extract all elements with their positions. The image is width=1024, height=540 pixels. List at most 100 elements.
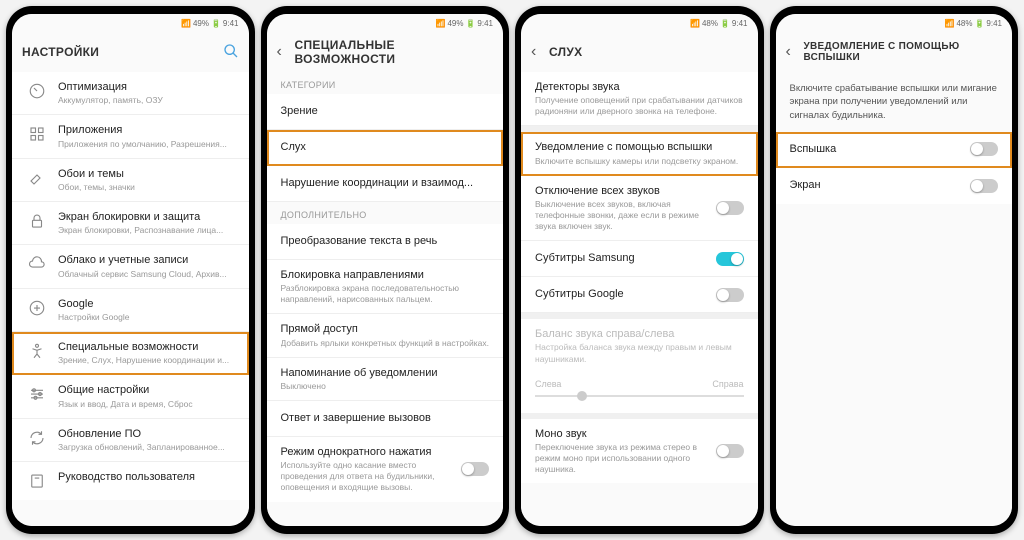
back-icon[interactable]: ‹ [786, 43, 804, 61]
row-manual[interactable]: Руководство пользователя [12, 462, 249, 500]
time-text: 9:41 [732, 19, 748, 28]
row-camera-flash[interactable]: Вспышка [776, 132, 1013, 168]
signal-icon: 📶 [435, 19, 445, 28]
time-text: 9:41 [986, 19, 1002, 28]
row-optimization[interactable]: ОптимизацияАккумулятор, память, ОЗУ [12, 72, 249, 115]
row-wallpaper[interactable]: Обои и темыОбои, темы, значки [12, 159, 249, 202]
slider-left-label: Слева [535, 379, 561, 389]
header: НАСТРОЙКИ [12, 32, 249, 72]
row-flash-notification[interactable]: Уведомление с помощью вспышки Включите вс… [521, 132, 758, 175]
row-vision[interactable]: Зрение [267, 94, 504, 130]
section-categories: КАТЕГОРИИ [267, 72, 504, 94]
row-label: Блокировка направлениями [281, 268, 490, 282]
row-lockscreen[interactable]: Экран блокировки и защитаЭкран блокировк… [12, 202, 249, 245]
section-more: ДОПОЛНИТЕЛЬНО [267, 202, 504, 224]
toggle-google-subs[interactable] [716, 288, 744, 302]
row-single-tap[interactable]: Режим однократного нажатияИспользуйте од… [267, 437, 504, 501]
row-label: Слух [281, 140, 490, 154]
row-screen-flash[interactable]: Экран [776, 168, 1013, 204]
row-sub: Разблокировка экрана последовательностью… [281, 283, 490, 305]
slider-track[interactable] [535, 395, 744, 397]
row-sub: Обои, темы, значки [58, 182, 235, 193]
row-hearing[interactable]: Слух [267, 130, 504, 166]
google-icon [26, 297, 48, 319]
row-label: Общие настройки [58, 383, 235, 397]
slider-thumb[interactable] [577, 391, 587, 401]
row-label: Напоминание об уведомлении [281, 366, 490, 380]
row-tts[interactable]: Преобразование текста в речь [267, 224, 504, 260]
toggle-single-tap[interactable] [461, 462, 489, 476]
row-label: Экран блокировки и защита [58, 210, 235, 224]
row-mute-all[interactable]: Отключение всех звуковВыключение всех зв… [521, 176, 758, 241]
row-answer-end-calls[interactable]: Ответ и завершение вызовов [267, 401, 504, 437]
settings-list: ОптимизацияАккумулятор, память, ОЗУ Прил… [12, 72, 249, 526]
header: ‹ СПЕЦИАЛЬНЫЕ ВОЗМОЖНОСТИ [267, 32, 504, 72]
phone-2: 📶 49% 🔋 9:41 ‹ СПЕЦИАЛЬНЫЕ ВОЗМОЖНОСТИ К… [261, 6, 510, 534]
page-title: СЛУХ [549, 45, 748, 59]
row-cloud[interactable]: Облако и учетные записиОблачный сервис S… [12, 245, 249, 288]
row-dexterity[interactable]: Нарушение координации и взаимод... [267, 166, 504, 202]
row-sub: Используйте одно касание вместо проведен… [281, 460, 456, 493]
statusbar: 📶 48% 🔋 9:41 [521, 14, 758, 32]
back-icon[interactable]: ‹ [531, 43, 549, 61]
screen-3: 📶 48% 🔋 9:41 ‹ СЛУХ Детекторы звукаПолуч… [521, 14, 758, 526]
row-accessibility[interactable]: Специальные возможностиЗрение, Слух, Нар… [12, 332, 249, 375]
battery-text: 49% [193, 19, 209, 28]
battery-text: 48% [702, 19, 718, 28]
row-sub: Приложения по умолчанию, Разрешения... [58, 139, 235, 150]
toggle-camera-flash[interactable] [970, 142, 998, 156]
phone-3: 📶 48% 🔋 9:41 ‹ СЛУХ Детекторы звукаПолуч… [515, 6, 764, 534]
battery-icon: 🔋 [720, 19, 730, 28]
battery-icon: 🔋 [974, 19, 984, 28]
row-mono-audio[interactable]: Моно звукПереключение звука из режима ст… [521, 419, 758, 483]
cloud-icon [26, 253, 48, 275]
slider-right-label: Справа [712, 379, 743, 389]
time-text: 9:41 [477, 19, 493, 28]
row-label: Преобразование текста в речь [281, 234, 490, 248]
battery-icon: 🔋 [211, 19, 221, 28]
row-sub: Зрение, Слух, Нарушение координации и... [58, 355, 235, 366]
time-text: 9:41 [223, 19, 239, 28]
row-direction-lock[interactable]: Блокировка направлениямиРазблокировка эк… [267, 260, 504, 314]
back-icon[interactable]: ‹ [277, 43, 295, 61]
lock-icon [26, 210, 48, 232]
row-sub: Выключено [281, 381, 490, 392]
toggle-mono[interactable] [716, 444, 744, 458]
battery-text: 49% [447, 19, 463, 28]
row-sound-detectors[interactable]: Детекторы звукаПолучение оповещений при … [521, 72, 758, 126]
row-label: Субтитры Google [535, 287, 710, 301]
row-sub: Выключение всех звуков, включая телефонн… [535, 199, 710, 232]
page-title: НАСТРОЙКИ [22, 45, 223, 59]
header: ‹ СЛУХ [521, 32, 758, 72]
grid-icon [26, 123, 48, 145]
row-notification-reminder[interactable]: Напоминание об уведомленииВыключено [267, 358, 504, 401]
description: Включите срабатывание вспышки или мигани… [776, 72, 1013, 132]
flash-notification-list: Включите срабатывание вспышки или мигани… [776, 72, 1013, 526]
signal-icon: 📶 [944, 19, 954, 28]
sliders-icon [26, 383, 48, 405]
row-label: Моно звук [535, 427, 710, 441]
battery-text: 48% [956, 19, 972, 28]
row-label: Прямой доступ [281, 322, 490, 336]
page-title: СПЕЦИАЛЬНЫЕ ВОЗМОЖНОСТИ [295, 38, 494, 66]
row-sub: Включите вспышку камеры или подсветку эк… [535, 156, 744, 167]
row-apps[interactable]: ПриложенияПриложения по умолчанию, Разре… [12, 115, 249, 158]
update-icon [26, 427, 48, 449]
row-sub: Аккумулятор, память, ОЗУ [58, 95, 235, 106]
toggle-screen-flash[interactable] [970, 179, 998, 193]
row-audio-balance: Баланс звука справа/слеваНастройка балан… [521, 319, 758, 372]
row-sub: Настройка баланса звука между правым и л… [535, 342, 744, 364]
row-direct-access[interactable]: Прямой доступДобавить ярлыки конкретных … [267, 314, 504, 357]
toggle-mute-all[interactable] [716, 201, 744, 215]
row-label: Ответ и завершение вызовов [281, 411, 490, 425]
row-google-subtitles[interactable]: Субтитры Google [521, 277, 758, 313]
row-samsung-subtitles[interactable]: Субтитры Samsung [521, 241, 758, 277]
row-label: Зрение [281, 104, 490, 118]
phone-4: 📶 48% 🔋 9:41 ‹ УВЕДОМЛЕНИЕ С ПОМОЩЬЮ ВСП… [770, 6, 1019, 534]
row-general[interactable]: Общие настройкиЯзык и ввод, Дата и время… [12, 375, 249, 418]
row-google[interactable]: GoogleНастройки Google [12, 289, 249, 332]
row-label: Уведомление с помощью вспышки [535, 140, 744, 154]
search-icon[interactable] [223, 43, 239, 62]
row-update[interactable]: Обновление ПОЗагрузка обновлений, Заплан… [12, 419, 249, 462]
toggle-samsung-subs[interactable] [716, 252, 744, 266]
